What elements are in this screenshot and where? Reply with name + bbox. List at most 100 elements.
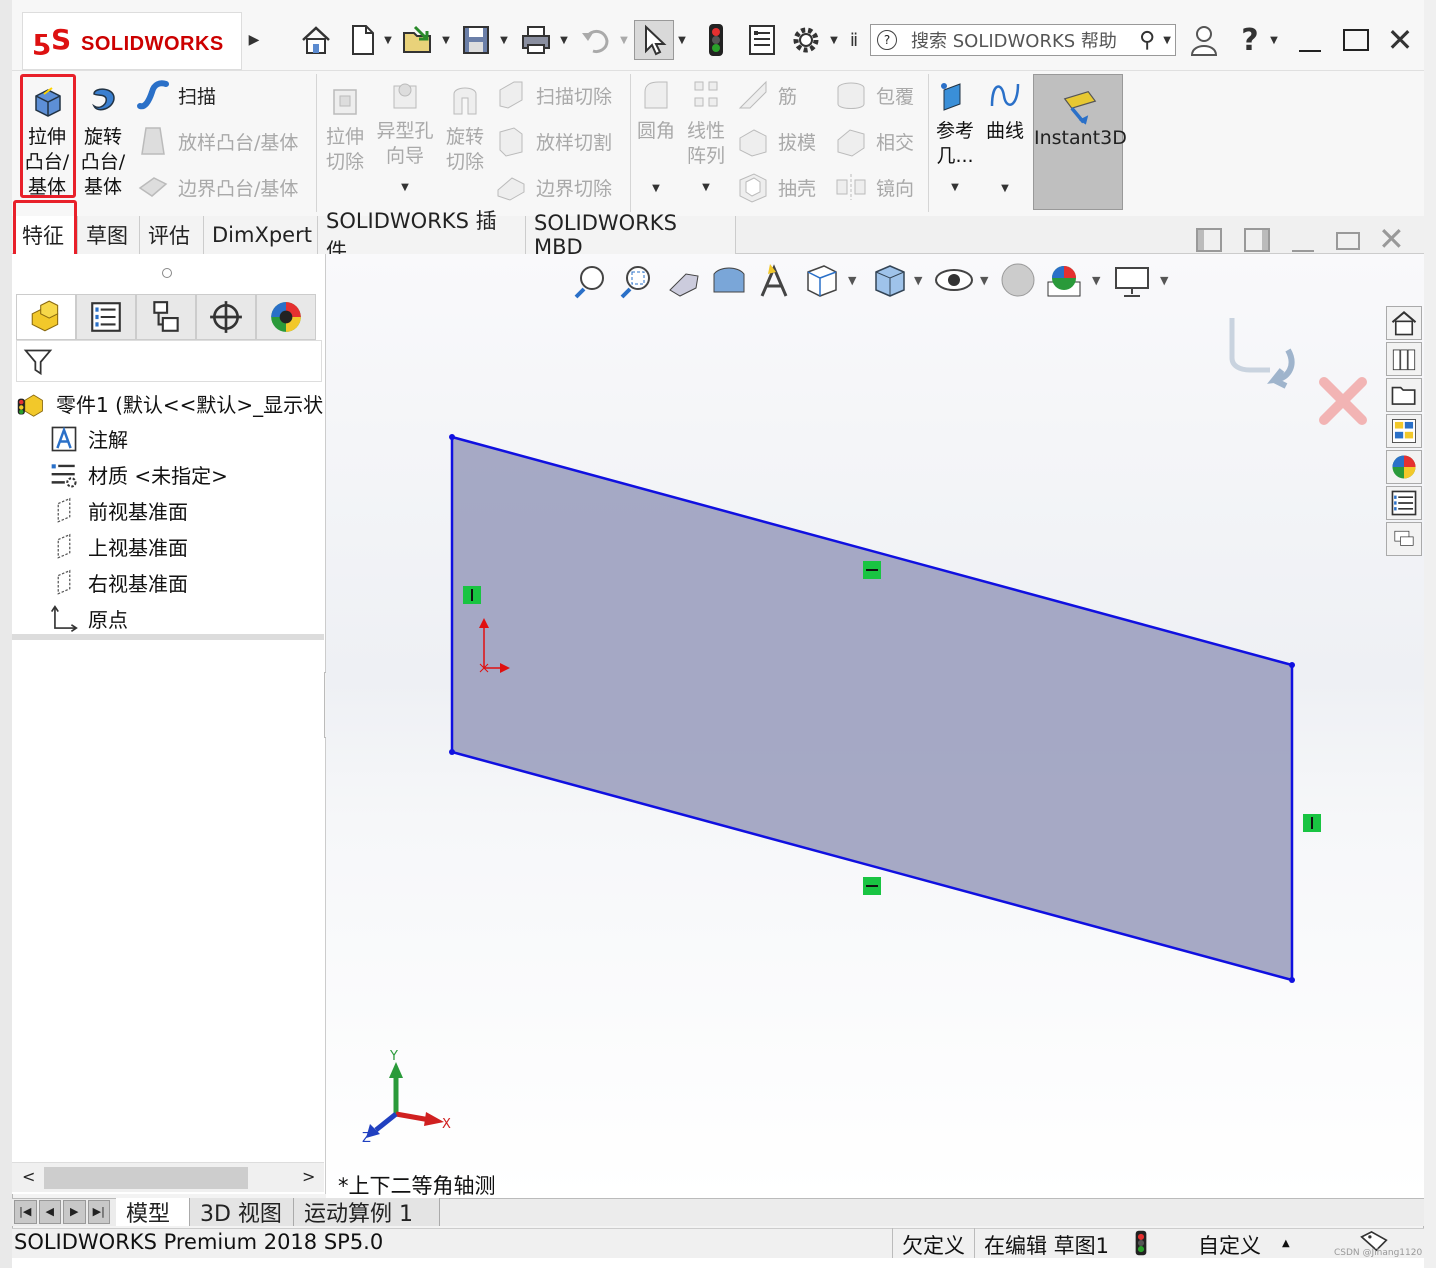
unit-system-label[interactable]: 自定义: [1198, 1230, 1261, 1260]
doc-minimize-button[interactable]: [1292, 250, 1314, 252]
open-file-icon[interactable]: [398, 20, 438, 60]
maximize-button[interactable]: [1338, 20, 1374, 60]
chevron-down-icon[interactable]: ▼: [1163, 35, 1175, 46]
shell-button[interactable]: 抽壳: [736, 170, 816, 204]
view-orientation-icon[interactable]: [807, 265, 837, 297]
sketch-rectangle-region[interactable]: [452, 437, 1292, 980]
zoom-to-area-icon[interactable]: [620, 266, 650, 299]
chevron-down-icon[interactable]: ▼: [382, 20, 394, 60]
sketch-point[interactable]: [1289, 977, 1295, 983]
horizontal-scrollbar[interactable]: < >: [12, 1162, 324, 1192]
intersect-button[interactable]: 相交: [834, 124, 914, 158]
section-view-icon[interactable]: [713, 267, 745, 293]
tab-evaluate[interactable]: 评估: [140, 216, 204, 254]
chevron-down-icon[interactable]: ▼: [914, 274, 923, 287]
dynamic-annotation-icon[interactable]: [760, 264, 788, 297]
revolve-boss-button[interactable]: 旋转 凸台/ 基体: [78, 84, 128, 200]
hide-show-items-icon[interactable]: [935, 269, 973, 291]
chevron-down-icon[interactable]: ▼: [828, 20, 840, 60]
feature-manager-tab[interactable]: [16, 294, 76, 340]
chevron-down-icon[interactable]: ▼: [1092, 274, 1101, 287]
filter-bar[interactable]: [16, 340, 322, 382]
wrap-button[interactable]: 包覆: [834, 78, 914, 112]
property-manager-tab[interactable]: [76, 294, 136, 340]
scroll-right-icon[interactable]: >: [302, 1167, 315, 1186]
view-settings-icon[interactable]: [1115, 267, 1149, 297]
tab-model[interactable]: 模型: [116, 1198, 190, 1227]
dimxpert-manager-tab[interactable]: [196, 294, 256, 340]
last-tab-icon[interactable]: ▶|: [87, 1200, 110, 1224]
tab-motion-study[interactable]: 运动算例 1: [294, 1198, 440, 1227]
chevron-down-icon[interactable]: ▼: [618, 20, 630, 60]
curves-button[interactable]: 曲线 ▼: [982, 78, 1028, 201]
mirror-button[interactable]: 镜向: [834, 170, 914, 204]
display-style-icon[interactable]: [875, 265, 905, 297]
tree-item-right-plane[interactable]: 右视基准面: [50, 568, 188, 597]
display-manager-tab[interactable]: [256, 294, 316, 340]
rebuild-traffic-light-icon[interactable]: [700, 20, 732, 60]
file-properties-icon[interactable]: [742, 20, 782, 60]
first-tab-icon[interactable]: |◀: [14, 1200, 37, 1224]
user-account-icon[interactable]: [1186, 20, 1222, 60]
chevron-down-icon[interactable]: ▼: [1268, 20, 1280, 60]
appearances-scenes-icon[interactable]: [1386, 450, 1422, 484]
hole-wizard-button[interactable]: 异型孔 向导 ▼: [374, 78, 436, 200]
tile-left-icon[interactable]: [1196, 228, 1222, 252]
tile-right-icon[interactable]: [1244, 228, 1270, 252]
boundary-cut-button[interactable]: 边界切除: [494, 170, 612, 204]
close-button[interactable]: ✕: [1382, 20, 1418, 60]
custom-properties-icon[interactable]: [1386, 486, 1422, 520]
tree-item-material[interactable]: 材质 <未指定>: [50, 460, 228, 489]
vertical-relation-marker[interactable]: [463, 586, 481, 604]
tree-item-front-plane[interactable]: 前视基准面: [50, 496, 188, 525]
loft-cut-button[interactable]: 放样切割: [494, 124, 612, 158]
new-document-icon[interactable]: [342, 20, 382, 60]
zoom-to-fit-icon[interactable]: [574, 266, 604, 299]
cancel-sketch-icon[interactable]: [1319, 377, 1367, 425]
chevron-up-icon[interactable]: ▲: [1282, 1238, 1290, 1249]
minimize-button[interactable]: [1292, 20, 1328, 60]
chevron-down-icon[interactable]: ▼: [558, 20, 570, 60]
chevron-down-icon[interactable]: ▼: [684, 175, 728, 200]
tab-solidworks-addins[interactable]: SOLIDWORKS 插件: [318, 209, 526, 263]
horizontal-relation-marker[interactable]: [863, 561, 881, 579]
menu-expand-arrow[interactable]: ▶: [246, 20, 262, 60]
boundary-boss-button[interactable]: 边界凸台/基体: [136, 170, 298, 204]
toolbar-overflow-icon[interactable]: ⅱ: [844, 20, 864, 60]
scroll-left-icon[interactable]: <: [22, 1167, 35, 1186]
chevron-down-icon[interactable]: ▼: [498, 20, 510, 60]
undo-icon[interactable]: [576, 20, 616, 60]
tab-navigation-arrows[interactable]: |◀ ◀ ▶ ▶|: [14, 1200, 110, 1224]
solidworks-resources-icon[interactable]: [1386, 306, 1422, 340]
tab-dimxpert[interactable]: DimXpert: [204, 216, 318, 254]
chevron-down-icon[interactable]: ▼: [374, 175, 436, 200]
fillet-button[interactable]: 圆角 ▼: [634, 78, 678, 201]
chevron-down-icon[interactable]: ▼: [676, 20, 688, 60]
revolve-cut-button[interactable]: 旋转 切除: [442, 84, 488, 175]
chevron-down-icon[interactable]: ▼: [634, 176, 678, 201]
options-gear-icon[interactable]: [786, 20, 826, 60]
rib-button[interactable]: 筋: [736, 78, 797, 112]
tree-item-top-plane[interactable]: 上视基准面: [50, 532, 188, 561]
doc-restore-button[interactable]: [1336, 232, 1360, 250]
rebuild-status-icon[interactable]: [1132, 1230, 1150, 1256]
design-library-icon[interactable]: [1386, 342, 1422, 376]
tab-3d-views[interactable]: 3D 视图: [190, 1198, 294, 1227]
tree-item-origin[interactable]: 原点: [50, 604, 128, 633]
tree-item-annotations[interactable]: 注解: [50, 424, 128, 453]
reference-geometry-button[interactable]: 参考 几... ▼: [932, 78, 978, 200]
sketch-point[interactable]: [449, 749, 455, 755]
part-root-node[interactable]: 零件1 (默认<<默认>_显示状: [16, 388, 323, 418]
draft-button[interactable]: 拔模: [736, 124, 816, 158]
edit-appearance-icon[interactable]: [1001, 263, 1035, 297]
home-icon[interactable]: [296, 20, 336, 60]
help-search-box[interactable]: ? 搜索 SOLIDWORKS 帮助 ⚲ ▼: [870, 24, 1176, 56]
configuration-manager-tab[interactable]: [136, 294, 196, 340]
forum-icon[interactable]: [1386, 522, 1422, 556]
select-pointer-icon[interactable]: [634, 20, 674, 60]
extrude-cut-button[interactable]: 拉伸 切除: [322, 84, 368, 175]
sketch-point[interactable]: [1289, 662, 1295, 668]
sweep-cut-button[interactable]: 扫描切除: [494, 78, 612, 112]
save-icon[interactable]: [456, 20, 496, 60]
solidworks-logo[interactable]: ƽS SOLIDWORKS: [22, 12, 242, 70]
